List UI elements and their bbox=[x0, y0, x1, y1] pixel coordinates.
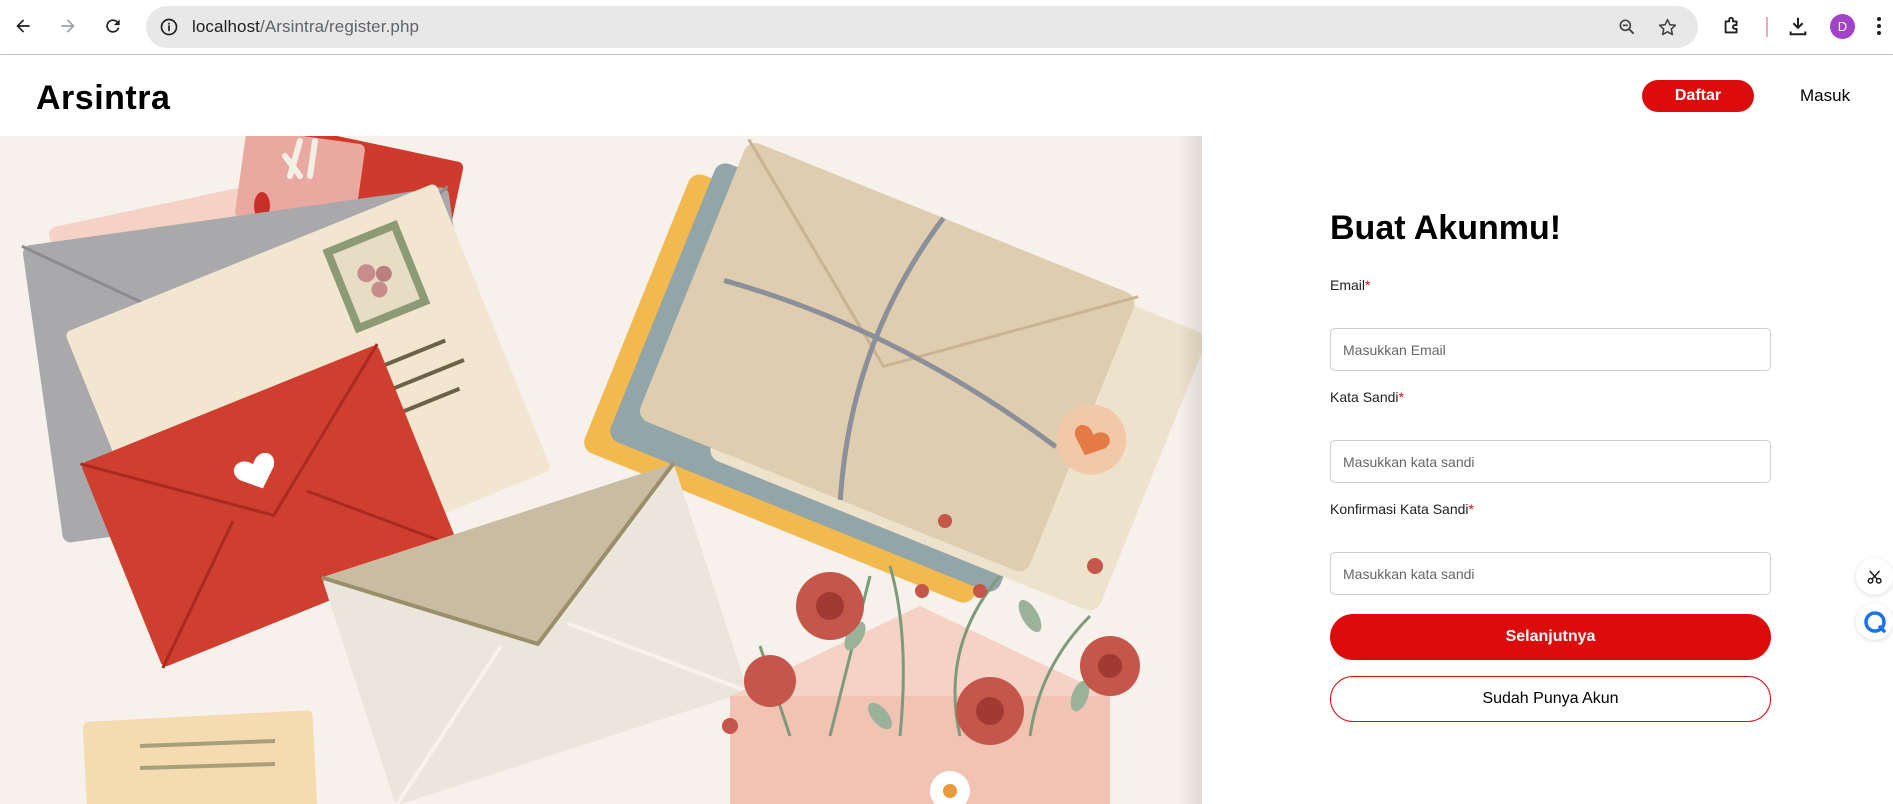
envelopes-illustration bbox=[21, 136, 1202, 804]
url-path: /Arsintra/register.php bbox=[260, 17, 420, 36]
arrow-right-icon bbox=[61, 19, 75, 33]
site-info-icon[interactable] bbox=[154, 12, 184, 42]
required-mark: * bbox=[1365, 277, 1371, 293]
url-host: localhost bbox=[192, 17, 260, 36]
site-header: Arsintra Daftar Masuk bbox=[0, 56, 1893, 136]
email-field[interactable] bbox=[1330, 328, 1771, 371]
have-account-button[interactable]: Sudah Punya Akun bbox=[1330, 676, 1771, 722]
back-button[interactable] bbox=[8, 11, 38, 41]
url-text: localhost/Arsintra/register.php bbox=[192, 17, 419, 37]
confirm-password-field[interactable] bbox=[1330, 552, 1771, 595]
confirm-password-label: Konfirmasi Kata Sandi* bbox=[1330, 501, 1474, 517]
confirm-password-label-text: Konfirmasi Kata Sandi bbox=[1330, 501, 1469, 517]
browser-toolbar: localhost/Arsintra/register.php D bbox=[0, 0, 1893, 55]
menu-dots-icon[interactable] bbox=[1872, 12, 1886, 40]
required-mark: * bbox=[1398, 389, 1404, 405]
email-label: Email* bbox=[1330, 277, 1370, 293]
scissors-icon bbox=[1867, 569, 1882, 584]
hero-illustration bbox=[0, 136, 1202, 804]
bookmark-star-icon[interactable] bbox=[1655, 15, 1679, 39]
password-label: Kata Sandi* bbox=[1330, 389, 1404, 405]
password-label-text: Kata Sandi bbox=[1330, 389, 1399, 405]
site-logo[interactable]: Arsintra bbox=[36, 79, 170, 118]
reload-icon bbox=[106, 19, 120, 33]
reload-button[interactable] bbox=[98, 11, 128, 41]
register-form: Buat Akunmu! Email* Kata Sandi* Konfirma… bbox=[1202, 136, 1893, 804]
address-bar[interactable]: localhost/Arsintra/register.php bbox=[146, 6, 1698, 48]
next-button[interactable]: Selanjutnya bbox=[1330, 614, 1771, 660]
chat-widget[interactable] bbox=[1856, 603, 1893, 640]
scissors-widget[interactable] bbox=[1856, 558, 1893, 595]
forward-button[interactable] bbox=[53, 11, 83, 41]
chat-bubble-icon bbox=[1863, 610, 1886, 633]
profile-avatar[interactable]: D bbox=[1830, 14, 1855, 39]
login-link[interactable]: Masuk bbox=[1800, 86, 1850, 106]
arrow-left-icon bbox=[16, 19, 30, 33]
download-icon[interactable] bbox=[1784, 12, 1812, 40]
register-button[interactable]: Daftar bbox=[1642, 80, 1754, 112]
extensions-icon[interactable] bbox=[1718, 12, 1746, 40]
toolbar-separator bbox=[1766, 17, 1768, 37]
zoom-icon[interactable] bbox=[1615, 15, 1639, 39]
illustration-edge-shade bbox=[1178, 136, 1202, 804]
email-label-text: Email bbox=[1330, 277, 1366, 293]
password-field[interactable] bbox=[1330, 440, 1771, 483]
form-title: Buat Akunmu! bbox=[1330, 209, 1562, 247]
required-mark: * bbox=[1468, 501, 1474, 517]
